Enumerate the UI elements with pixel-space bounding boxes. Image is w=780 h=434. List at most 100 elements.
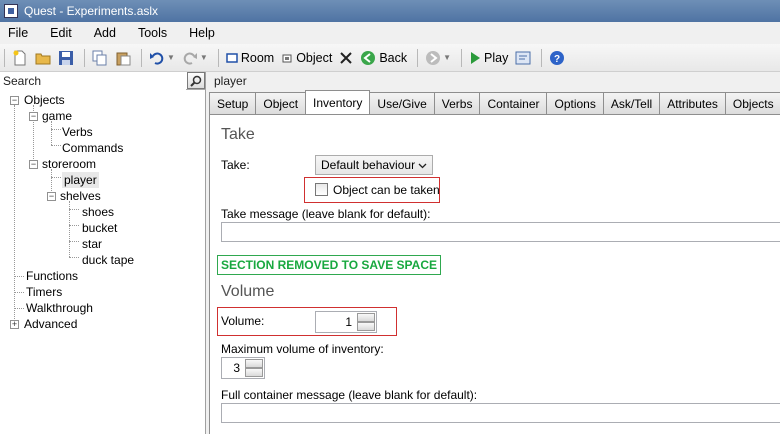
open-folder-icon [35,53,51,64]
toolbar-separator [4,48,5,67]
tree-collapse-icon[interactable]: − [29,112,38,121]
menu-tools[interactable]: Tools [138,26,167,40]
undo-button[interactable]: ▼ [147,47,177,69]
paste-icon [116,52,131,65]
tab-object[interactable]: Object [255,92,307,114]
tree-connector [51,169,52,193]
tree-connector [69,209,79,210]
take-message-field[interactable] [221,222,780,242]
take-behaviour-value: Default behaviour [321,158,416,172]
undo-dropdown-icon[interactable]: ▼ [167,53,175,62]
title-bar: Quest - Experiments.aslx [0,0,780,22]
left-pane: − Objects − game Verbs Commands − storer… [0,72,206,434]
tree-connector [69,241,79,242]
editor-tabs: Setup Object Inventory Use/Give Verbs Co… [209,90,780,114]
undo-icon [150,52,164,65]
object-label: Object [296,50,333,65]
tree-connector [51,145,61,146]
menu-file[interactable]: File [8,26,28,40]
tree-collapse-icon[interactable]: − [29,160,38,169]
full-container-message-label: Full container message (leave blank for … [221,388,478,402]
back-button[interactable]: Back [358,47,409,69]
search-button[interactable] [187,72,205,89]
object-tree: − Objects − game Verbs Commands − storer… [0,92,206,432]
add-room-button[interactable]: Room [224,47,276,69]
tree-item-functions[interactable]: Functions [26,268,78,284]
tree-item-shelves[interactable]: shelves [60,188,101,204]
tree-connector [14,276,24,277]
delete-icon [340,51,353,64]
code-view-button[interactable] [513,47,533,69]
add-object-button[interactable]: Object [279,47,334,69]
new-button[interactable] [10,47,30,69]
tree-item-storeroom[interactable]: storeroom [42,156,96,172]
take-section-heading: Take [221,126,255,143]
menu-help[interactable]: Help [189,26,215,40]
window-title: Quest - Experiments.aslx [24,4,159,18]
volume-down-button[interactable] [357,322,375,331]
play-icon [471,51,481,64]
tab-ask-tell[interactable]: Ask/Tell [602,92,661,114]
tab-objects[interactable]: Objects [724,92,780,114]
section-removed-banner: SECTION REMOVED TO SAVE SPACE [217,255,441,275]
tree-item-advanced[interactable]: Advanced [24,316,77,332]
play-label: Play [484,50,509,65]
tree-item-commands[interactable]: Commands [62,140,123,156]
play-button[interactable]: Play [467,47,510,69]
tab-use-give[interactable]: Use/Give [369,92,435,114]
max-volume-value: 3 [233,361,240,375]
tree-item-objects[interactable]: Objects [24,92,65,108]
tab-attributes[interactable]: Attributes [659,92,726,114]
max-volume-down-button[interactable] [245,368,263,377]
tree-collapse-icon[interactable]: − [47,192,56,201]
tree-item-bucket[interactable]: bucket [82,220,117,236]
paste-button[interactable] [113,47,133,69]
max-volume-stepper[interactable]: 3 [221,357,265,379]
tree-expand-icon[interactable]: + [10,320,19,329]
search-icon [190,75,202,87]
max-volume-up-button[interactable] [245,359,263,368]
help-button[interactable]: ? [547,47,567,69]
full-container-message-field[interactable] [221,403,780,423]
tab-setup[interactable]: Setup [209,92,257,114]
tree-item-star[interactable]: star [82,236,102,252]
redo-dropdown-icon[interactable]: ▼ [200,53,208,62]
tree-collapse-icon[interactable]: − [10,96,19,105]
tab-verbs[interactable]: Verbs [433,92,481,114]
tree-item-timers[interactable]: Timers [26,284,62,300]
redo-button[interactable]: ▼ [180,47,210,69]
tab-container[interactable]: Container [479,92,548,114]
volume-value: 1 [345,315,352,329]
tree-connector [51,121,52,145]
forward-arrow-icon [426,50,441,65]
tree-item-verbs[interactable]: Verbs [62,124,93,140]
tree-item-game[interactable]: game [42,108,72,124]
tree-item-walkthrough[interactable]: Walkthrough [26,300,93,316]
tree-item-player[interactable]: player [62,172,99,188]
tab-inventory[interactable]: Inventory [305,90,371,114]
back-label: Back [379,50,408,65]
menu-add[interactable]: Add [94,26,116,40]
delete-button[interactable] [337,47,355,69]
object-can-be-taken-label: Object can be taken [333,183,440,197]
take-behaviour-dropdown[interactable]: Default behaviour [315,155,433,175]
object-can-be-taken-checkbox[interactable] [315,183,328,196]
open-button[interactable] [33,47,53,69]
forward-dropdown-icon[interactable]: ▼ [443,53,451,62]
tree-item-duck-tape[interactable]: duck tape [82,252,134,268]
volume-up-button[interactable] [357,313,375,322]
room-icon [226,52,238,63]
copy-icon [92,50,107,65]
save-button[interactable] [56,47,76,69]
menu-edit[interactable]: Edit [50,26,72,40]
forward-button[interactable]: ▼ [423,47,453,69]
redo-icon [183,52,197,65]
tab-options[interactable]: Options [546,92,604,114]
volume-stepper[interactable]: 1 [315,311,377,333]
search-input[interactable] [0,72,186,90]
toolbar-separator [217,48,219,67]
volume-label: Volume: [221,314,265,328]
tree-item-shoes[interactable]: shoes [82,204,114,220]
tree-connector [69,257,79,258]
copy-button[interactable] [90,47,110,69]
